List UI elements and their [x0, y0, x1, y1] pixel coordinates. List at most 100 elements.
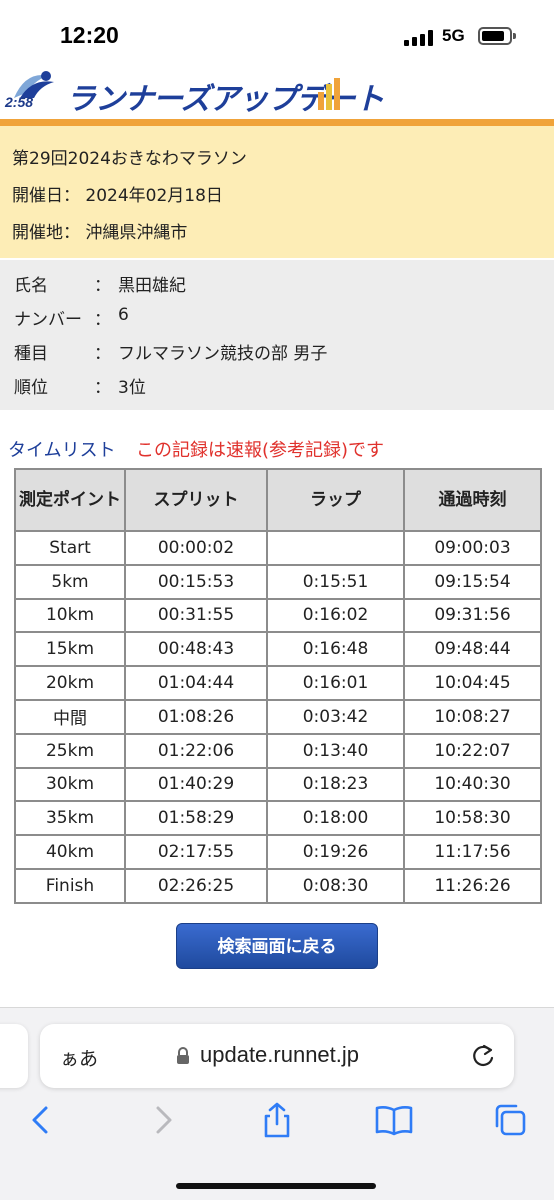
checkpoint-cell: 10km: [14, 597, 126, 634]
cellular-signal-icon: [404, 30, 436, 46]
checkpoint-cell: 20km: [14, 665, 126, 701]
page-settings-button[interactable]: ぁあ: [60, 1044, 98, 1071]
event-title: 第29回2024おきなわマラソン: [12, 149, 247, 169]
lap-cell: [266, 530, 405, 566]
split-cell: 00:00:02: [124, 530, 268, 566]
checkpoint-cell: 25km: [14, 732, 126, 769]
bookmarks-icon[interactable]: [374, 1100, 414, 1140]
event-info: 第29回2024おきなわマラソン 開催日： 2024年02月18日 開催地： 沖…: [0, 126, 554, 258]
column-header: ラップ: [266, 468, 405, 532]
status-bar: 12:20 5G: [0, 0, 554, 64]
lap-cell: 0:16:02: [266, 597, 405, 634]
split-cell: 01:08:26: [124, 698, 268, 735]
split-cell: 01:22:06: [124, 732, 268, 769]
table-row: Start 00:00:02 09:00:03: [14, 530, 542, 566]
previous-tab-card[interactable]: [0, 1024, 28, 1088]
column-header: 通過時刻: [403, 468, 542, 532]
passing-time-cell: 09:15:54: [403, 563, 542, 600]
table-row: 25km 01:22:06 0:13:40 10:22:07: [14, 732, 542, 769]
passing-time-cell: 09:00:03: [403, 530, 542, 566]
column-header: 測定ポイント: [14, 468, 126, 532]
table-row: 10km 00:31:55 0:16:02 09:31:56: [14, 597, 542, 634]
passing-time-cell: 09:31:56: [403, 597, 542, 634]
runner-label: 氏名: [14, 276, 48, 296]
split-cell: 02:26:25: [124, 867, 268, 904]
checkpoint-cell: 中間: [14, 698, 126, 735]
column-header: スプリット: [124, 468, 268, 532]
forward-arrow-icon[interactable]: [142, 1100, 182, 1140]
lap-cell: 0:16:48: [266, 631, 405, 668]
time-list-title: タイムリスト: [8, 440, 116, 461]
runner-info: 氏名 ： 黒田雄紀 ナンバー ： 6 種目 ： フルマラソン競技の部 男子 順位…: [0, 260, 554, 410]
passing-time-cell: 10:22:07: [403, 732, 542, 769]
tabs-icon[interactable]: [490, 1100, 530, 1140]
header-divider: [0, 119, 554, 126]
split-cell: 01:58:29: [124, 800, 268, 837]
home-indicator: [176, 1183, 376, 1189]
passing-time-cell: 09:48:44: [403, 631, 542, 668]
site-logo[interactable]: 2:58 ランナーズアップデート: [0, 64, 554, 118]
passing-time-cell: 10:08:27: [403, 698, 542, 735]
event-venue-row: 開催地： 沖縄県沖縄市: [12, 218, 187, 243]
passing-time-cell: 10:58:30: [403, 800, 542, 837]
table-row: 中間 01:08:26 0:03:42 10:08:27: [14, 698, 542, 735]
runner-value: 黒田雄紀: [118, 276, 186, 296]
runner-separator: ：: [94, 310, 111, 330]
checkpoint-cell: 5km: [14, 563, 126, 600]
event-venue: 沖縄県沖縄市: [85, 223, 188, 243]
lap-cell: 0:19:26: [266, 834, 405, 870]
table-body: Start 00:00:02 09:00:03 5km 00:15:53 0:15:51 0…: [14, 530, 542, 904]
back-arrow-icon[interactable]: [22, 1100, 62, 1140]
checkpoint-cell: Finish: [14, 867, 126, 904]
runner-separator: ：: [94, 344, 111, 364]
table-row: 20km 01:04:44 0:16:01 10:04:45: [14, 665, 542, 701]
split-cell: 00:15:53: [124, 563, 268, 600]
lap-cell: 0:18:00: [266, 800, 405, 837]
lap-cell: 0:16:01: [266, 665, 405, 701]
passing-time-cell: 10:40:30: [403, 766, 542, 803]
table-header-row: 測定ポイント スプリット ラップ 通過時刻: [14, 468, 542, 532]
event-date-row: 開催日： 2024年02月18日: [12, 181, 223, 206]
split-cell: 00:31:55: [124, 597, 268, 634]
table-row: 15km 00:48:43 0:16:48 09:48:44: [14, 631, 542, 668]
lap-cell: 0:15:51: [266, 563, 405, 600]
network-type: 5G: [442, 26, 465, 45]
event-date: 2024年02月18日: [85, 186, 223, 206]
checkpoint-cell: 40km: [14, 834, 126, 870]
reload-icon[interactable]: [470, 1042, 496, 1070]
passing-time-cell: 11:17:56: [403, 834, 542, 870]
runner-value: フルマラソン競技の部 男子: [118, 344, 328, 364]
table-row: 5km 00:15:53 0:15:51 09:15:54: [14, 563, 542, 600]
address-bar[interactable]: ぁあ update.runnet.jp: [40, 1024, 514, 1088]
split-cell: 01:40:29: [124, 766, 268, 803]
passing-time-cell: 10:04:45: [403, 665, 542, 701]
split-cell: 01:04:44: [124, 665, 268, 701]
runner-separator: ：: [94, 276, 111, 296]
table-row: 30km 01:40:29 0:18:23 10:40:30: [14, 766, 542, 803]
event-venue-label: 開催地：: [12, 223, 80, 243]
provisional-notice: この記録は速報(参考記録)です: [136, 440, 385, 461]
passing-time-cell: 11:26:26: [403, 867, 542, 904]
lap-cell: 0:13:40: [266, 732, 405, 769]
split-time-table: 測定ポイント スプリット ラップ 通過時刻 Start 00:00:02 09:00…: [14, 468, 542, 904]
runner-label: ナンバー: [14, 310, 82, 330]
share-icon[interactable]: [257, 1100, 297, 1140]
table-row: 35km 01:58:29 0:18:00 10:58:30: [14, 800, 542, 837]
logo-time-text: 2:58: [5, 94, 34, 110]
status-time: 12:20: [60, 22, 119, 48]
runner-value: 3位: [118, 378, 146, 398]
url-text[interactable]: update.runnet.jp: [200, 1042, 359, 1068]
browser-chrome: ぁあ update.runnet.jp: [0, 1007, 554, 1200]
lap-cell: 0:08:30: [266, 867, 405, 904]
lap-cell: 0:03:42: [266, 698, 405, 735]
battery-icon: [478, 27, 516, 45]
checkpoint-cell: 15km: [14, 631, 126, 668]
split-cell: 02:17:55: [124, 834, 268, 870]
event-date-label: 開催日：: [12, 186, 80, 206]
checkpoint-cell: 30km: [14, 766, 126, 803]
checkpoint-cell: 35km: [14, 800, 126, 837]
split-cell: 00:48:43: [124, 631, 268, 668]
runner-separator: ：: [94, 378, 111, 398]
back-to-search-button[interactable]: 検索画面に戻る: [176, 923, 378, 969]
runner-label: 順位: [14, 378, 48, 398]
